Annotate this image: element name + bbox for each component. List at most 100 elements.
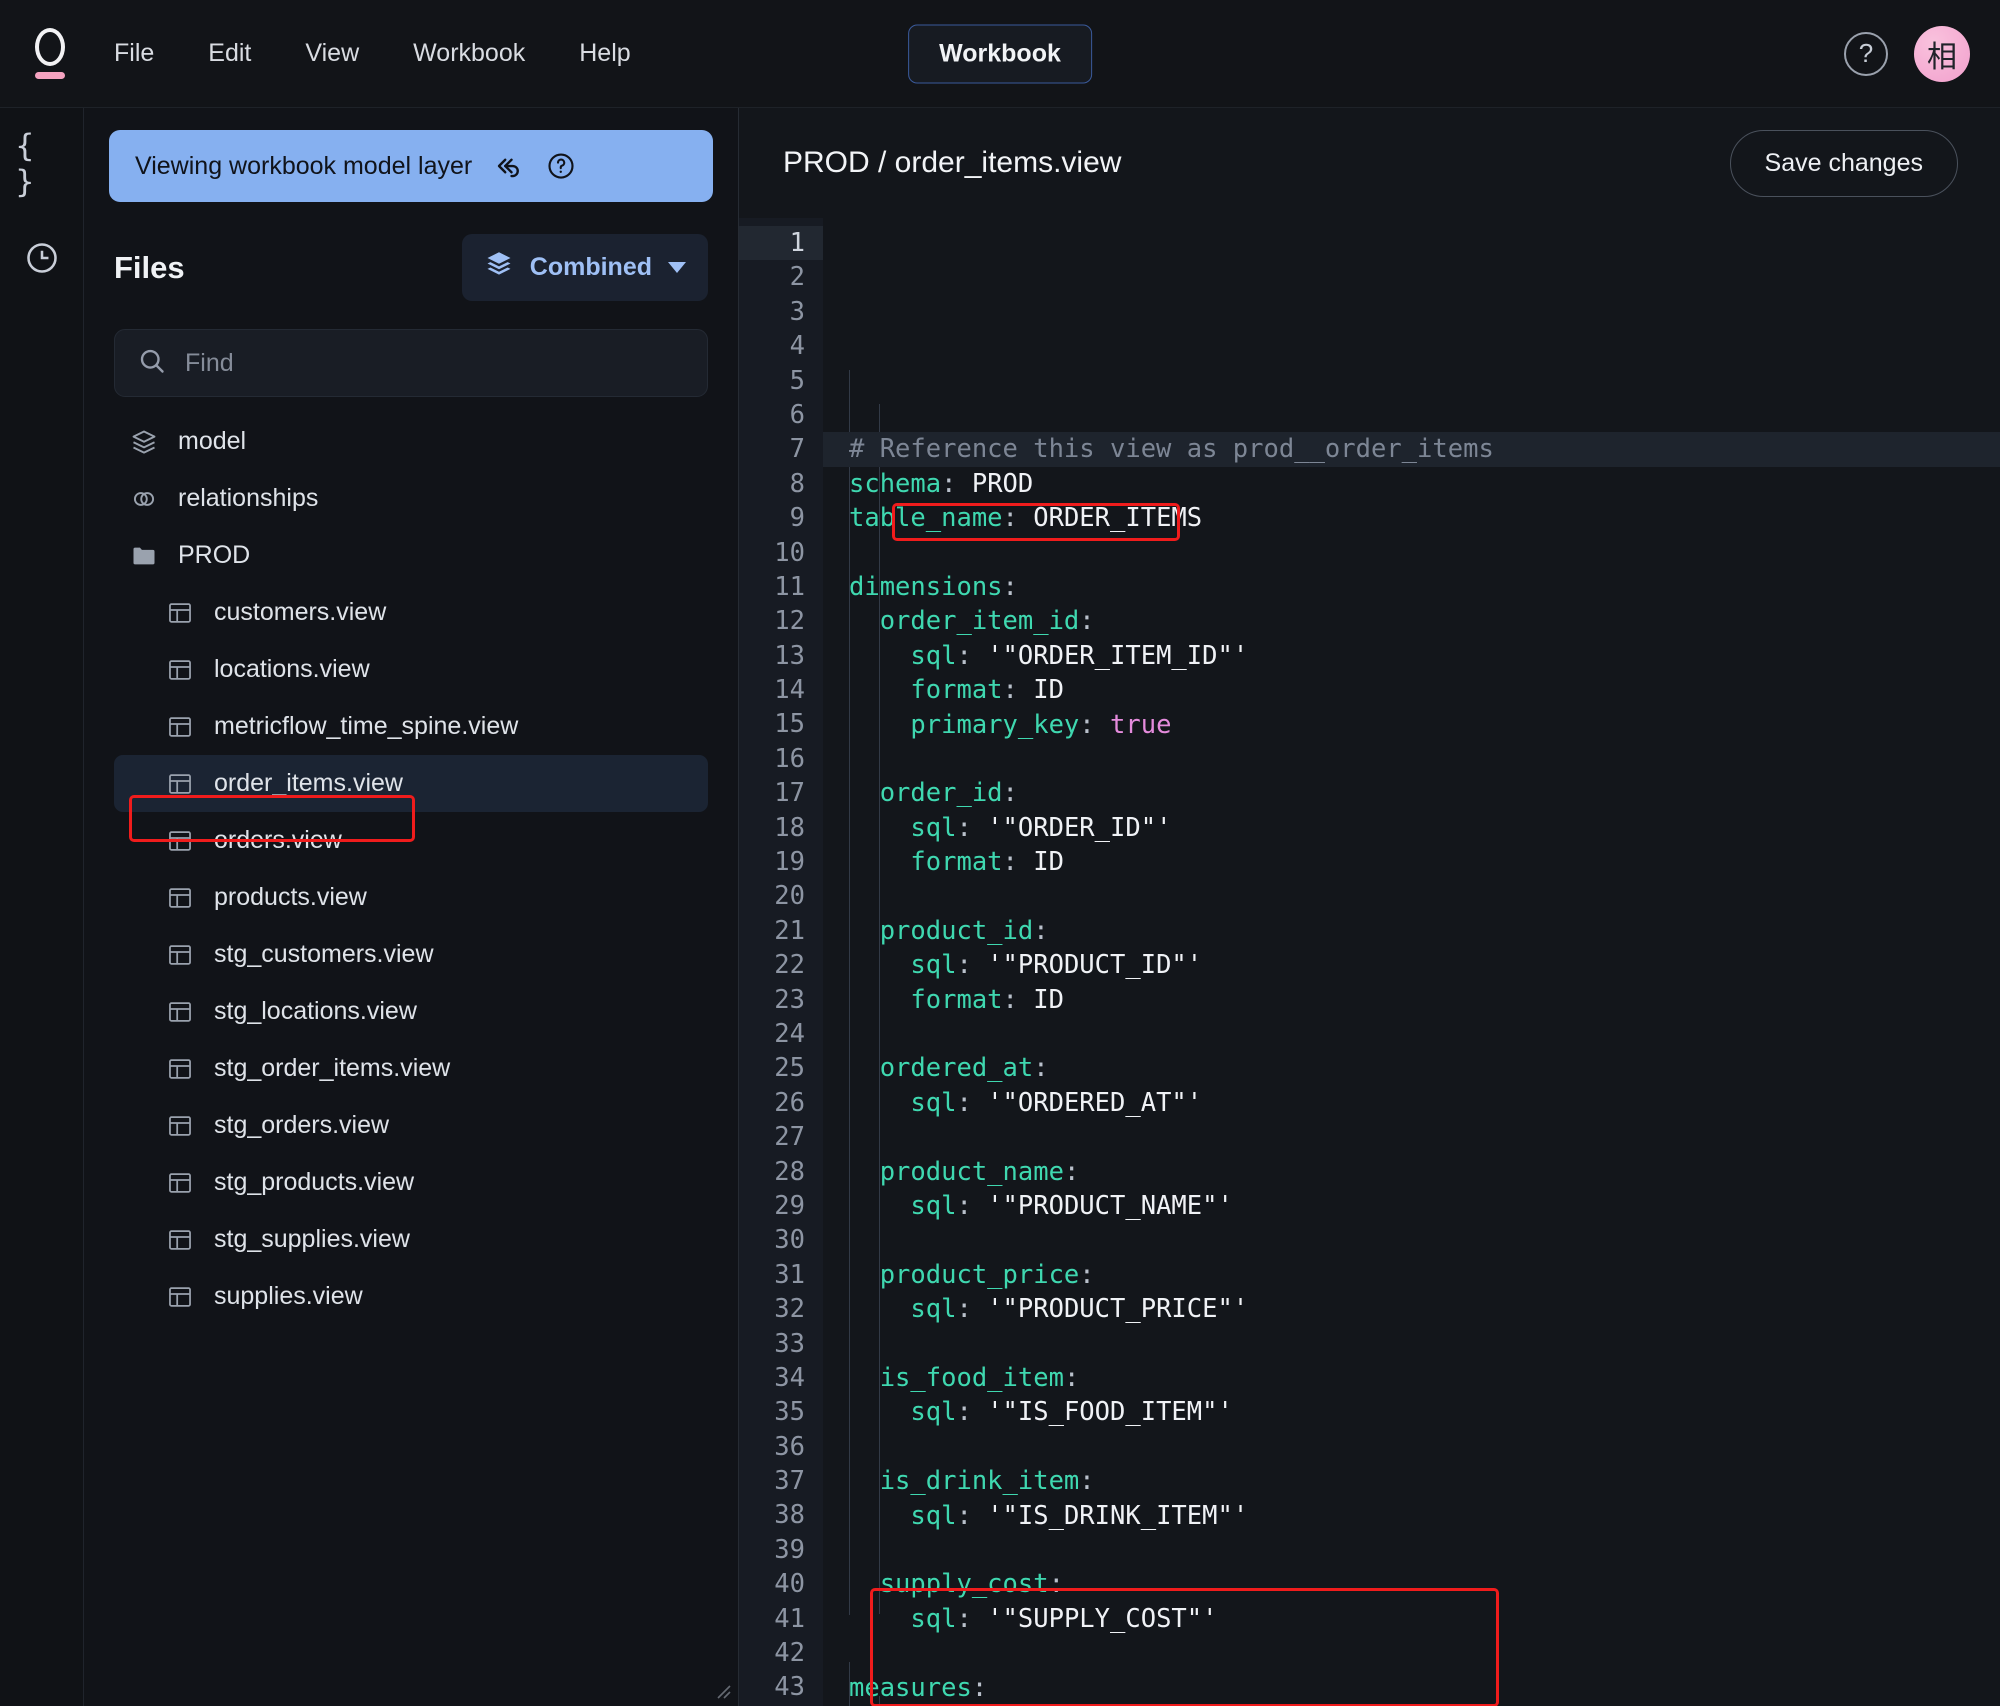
file-tree-item-order-items-view[interactable]: order_items.view [114, 755, 708, 812]
code-line[interactable]: supply_cost: [849, 1567, 2000, 1601]
file-tree-item-metricflow-time-spine-view[interactable]: metricflow_time_spine.view [114, 698, 708, 755]
code-line[interactable]: measures: [849, 1671, 2000, 1705]
help-icon[interactable]: ? [1844, 31, 1888, 76]
code-line[interactable]: order_item_id: [849, 604, 2000, 638]
code-line[interactable]: ordered_at: [849, 1051, 2000, 1085]
file-tree-item-stg-customers-view[interactable]: stg_customers.view [114, 926, 708, 983]
code-content[interactable]: # Reference this view as prod__order_ite… [823, 218, 2000, 1706]
line-number: 5 [789, 365, 805, 396]
file-tree-item-locations-view[interactable]: locations.view [114, 641, 708, 698]
sidebar-resize-grip[interactable] [708, 1676, 732, 1700]
line-number: 35 [774, 1397, 805, 1428]
file-tree-item-stg-order-items-view[interactable]: stg_order_items.view [114, 1040, 708, 1097]
table-icon [166, 770, 194, 798]
code-line[interactable]: product_id: [849, 914, 2000, 948]
search-input[interactable] [185, 348, 685, 378]
code-line[interactable] [849, 1223, 2000, 1257]
code-line[interactable] [849, 880, 2000, 914]
layers-icon [484, 249, 514, 286]
code-line[interactable]: # Reference this view as prod__order_ite… [823, 432, 2000, 467]
code-token-punct: : [941, 468, 972, 499]
line-number: 16 [774, 743, 805, 774]
code-token-key: sql [849, 950, 957, 981]
code-line[interactable]: sql: '"ORDERED_AT"' [849, 1086, 2000, 1120]
file-tree-item-supplies-view[interactable]: supplies.view [114, 1268, 708, 1325]
save-changes-button[interactable]: Save changes [1729, 129, 1958, 197]
banner-help-icon[interactable] [546, 151, 576, 181]
code-line[interactable] [849, 1533, 2000, 1567]
code-braces-icon[interactable]: { } [16, 128, 68, 200]
line-number: 23 [774, 984, 805, 1015]
code-line[interactable]: sql: '"ORDER_ID"' [849, 811, 2000, 845]
file-tree-item-customers-view[interactable]: customers.view [114, 584, 708, 641]
code-line[interactable]: is_drink_item: [849, 1464, 2000, 1498]
code-token-key: supply_cost [849, 1569, 1049, 1600]
code-line[interactable]: sql: '"ORDER_ITEM_ID"' [849, 639, 2000, 673]
line-number: 43 [774, 1672, 805, 1703]
history-clock-icon[interactable] [16, 232, 68, 284]
code-line[interactable] [849, 1430, 2000, 1464]
layer-selector-button[interactable]: Combined [461, 234, 708, 301]
code-line[interactable]: sql: '"PRODUCT_ID"' [849, 948, 2000, 982]
file-tree-item-relationships[interactable]: relationships [114, 470, 708, 527]
file-tree-item-label: supplies.view [214, 1282, 363, 1310]
code-area[interactable]: 1 2 3 4 5 6 7 8 9 10 11 12 13 14 15 16 17 18 19 20 21 22 23 24 2… [739, 218, 2000, 1706]
code-line[interactable] [849, 536, 2000, 570]
code-line[interactable] [849, 1017, 2000, 1051]
code-line[interactable]: format: ID [849, 983, 2000, 1017]
search-box[interactable] [114, 329, 708, 397]
code-line[interactable] [849, 1120, 2000, 1154]
code-line[interactable] [849, 742, 2000, 776]
line-number: 14 [774, 675, 805, 706]
file-tree-item-stg-supplies-view[interactable]: stg_supplies.view [114, 1211, 708, 1268]
code-line[interactable]: sql: '"IS_DRINK_ITEM"' [849, 1499, 2000, 1533]
file-tree-item-stg-orders-view[interactable]: stg_orders.view [114, 1097, 708, 1154]
file-tree-item-label: stg_supplies.view [214, 1225, 410, 1253]
line-number: 29 [774, 1190, 805, 1221]
menu-item-edit[interactable]: Edit [186, 29, 273, 78]
workbook-tab[interactable]: Workbook [908, 24, 1092, 83]
code-token-punct: : [1079, 1466, 1095, 1497]
file-tree: model relationships PROD customers.view loca… [84, 413, 738, 1706]
code-line[interactable]: order_id: [849, 776, 2000, 810]
code-line[interactable] [849, 1327, 2000, 1361]
code-line[interactable]: sql: '"PRODUCT_PRICE"' [849, 1292, 2000, 1326]
file-tree-item-label: stg_order_items.view [214, 1054, 451, 1082]
code-line[interactable]: sql: '"IS_FOOD_ITEM"' [849, 1395, 2000, 1429]
code-line[interactable]: sql: '"PRODUCT_NAME"' [849, 1189, 2000, 1223]
menu-item-view[interactable]: View [283, 29, 381, 78]
file-tree-item-model[interactable]: model [114, 413, 708, 470]
line-number: 41 [774, 1603, 805, 1634]
code-line[interactable]: product_price: [849, 1258, 2000, 1292]
code-token-val: '"PRODUCT_PRICE"' [987, 1294, 1249, 1325]
line-number: 24 [774, 1018, 805, 1049]
code-line[interactable] [849, 1636, 2000, 1670]
code-token-key: sql [849, 1397, 957, 1428]
revert-arrow-icon[interactable] [494, 151, 524, 181]
code-line[interactable]: dimensions: [849, 570, 2000, 604]
file-tree-item-orders-view[interactable]: orders.view [114, 812, 708, 869]
code-line[interactable]: is_food_item: [849, 1361, 2000, 1395]
file-tree-item-stg-products-view[interactable]: stg_products.view [114, 1154, 708, 1211]
line-number: 42 [774, 1638, 805, 1669]
table-icon [166, 1112, 194, 1140]
file-tree-item-stg-locations-view[interactable]: stg_locations.view [114, 983, 708, 1040]
code-token-key: sql [849, 812, 957, 843]
code-line[interactable]: table_name: ORDER_ITEMS [849, 501, 2000, 535]
code-token-punct: : [1033, 915, 1049, 946]
menu-item-file[interactable]: File [92, 29, 176, 78]
code-line[interactable]: primary_key: true [849, 708, 2000, 742]
file-tree-item-PROD[interactable]: PROD [114, 527, 708, 584]
omni-logo[interactable] [8, 28, 92, 79]
menu-item-workbook[interactable]: Workbook [391, 29, 547, 78]
code-line[interactable]: sql: '"SUPPLY_COST"' [849, 1602, 2000, 1636]
menu-item-help[interactable]: Help [557, 29, 652, 78]
avatar[interactable]: 相 [1914, 25, 1970, 82]
code-line[interactable]: format: ID [849, 845, 2000, 879]
code-line[interactable]: schema: PROD [849, 467, 2000, 501]
code-line[interactable]: product_name: [849, 1155, 2000, 1189]
code-token-punct: : [956, 1397, 988, 1428]
code-line[interactable]: format: ID [849, 673, 2000, 707]
file-tree-item-products-view[interactable]: products.view [114, 869, 708, 926]
code-token-key: product_price [849, 1259, 1080, 1290]
